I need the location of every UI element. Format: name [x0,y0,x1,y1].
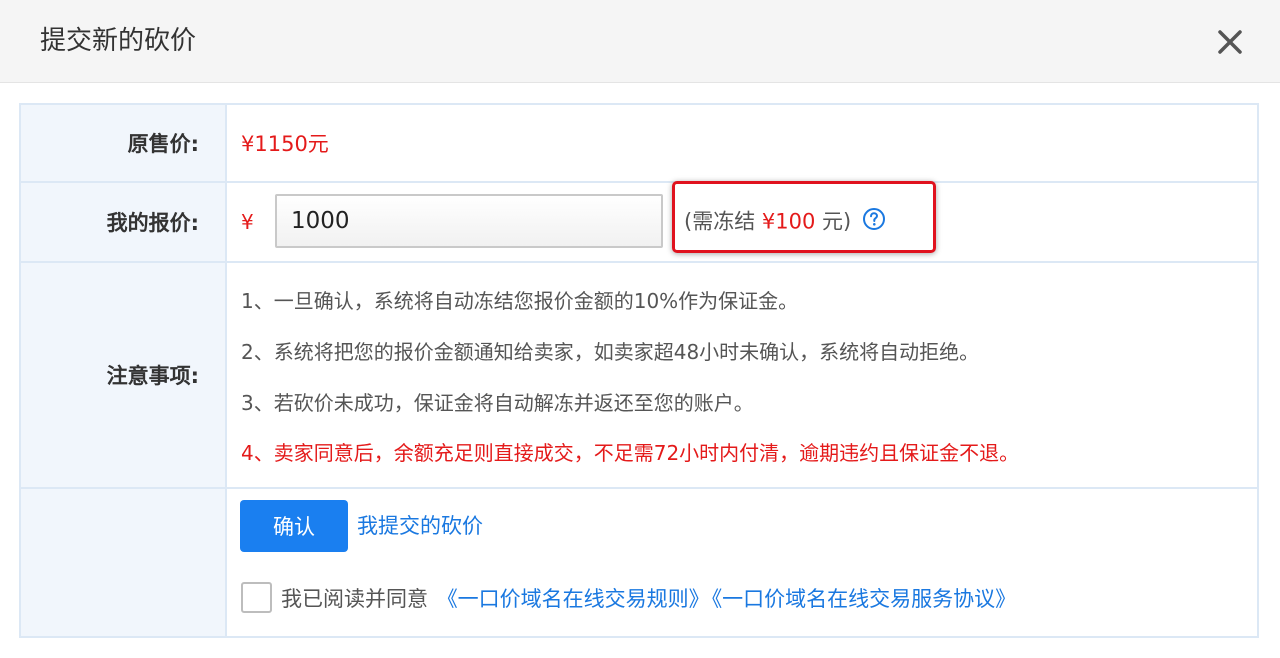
notice-row: 注意事项: 1、一旦确认，系统将自动冻结您报价金额的10%作为保证金。 2、系统… [21,263,1257,489]
notice-label: 注意事项: [21,263,227,487]
help-button[interactable] [862,207,886,238]
rules-link[interactable]: 《一口价域名在线交易规则》 [437,587,710,611]
agree-text: 我已阅读并同意 《一口价域名在线交易规则》《一口价域名在线交易服务协议》 [281,585,1016,613]
freeze-suffix: 元) [822,209,852,234]
original-price-cell: ¥1150元 [229,105,1257,181]
original-price-label: 原售价: [21,105,227,181]
close-icon [1218,30,1242,54]
currency-symbol: ¥ [241,210,254,234]
my-offer-row: 我的报价: ¥ (需冻结 ¥100 元) [21,181,1257,263]
actions-cell: 确认 我提交的砍价 我已阅读并同意 《一口价域名在线交易规则》《一口价域名在线交… [229,489,1257,636]
my-offers-link[interactable]: 我提交的砍价 [357,512,483,540]
my-offer-cell: ¥ (需冻结 ¥100 元) [229,181,1257,261]
dialog-title: 提交新的砍价 [40,26,197,56]
notice-item: 3、若砍价未成功，保证金将自动解冻并返还至您的账户。 [241,391,754,415]
close-button[interactable] [1212,24,1248,60]
original-price-value: ¥1150元 [241,132,329,156]
freeze-prefix: (需冻结 [684,209,756,234]
freeze-amount: ¥100 [761,209,816,234]
agreement-link[interactable]: 《一口价域名在线交易服务协议》 [712,587,1017,611]
my-offer-label: 我的报价: [21,183,227,261]
agree-prefix: 我已阅读并同意 [281,587,428,611]
dialog-header: 提交新的砍价 [0,0,1280,83]
help-icon [862,208,885,230]
agree-checkbox[interactable] [241,582,272,613]
offer-form: 原售价: ¥1150元 我的报价: ¥ (需冻结 ¥100 元) [19,103,1259,638]
actions-label-empty [21,489,227,636]
notice-item: 2、系统将把您的报价金额通知给卖家，如卖家超48小时未确认，系统将自动拒绝。 [241,340,980,364]
confirm-button[interactable]: 确认 [240,500,348,552]
offer-amount-input[interactable] [275,194,663,248]
actions-row: 确认 我提交的砍价 我已阅读并同意 《一口价域名在线交易规则》《一口价域名在线交… [21,489,1257,636]
notice-item-warning: 4、卖家同意后，余额充足则直接成交，不足需72小时内付清，逾期违约且保证金不退。 [241,441,1020,465]
original-price-row: 原售价: ¥1150元 [21,105,1257,183]
freeze-note: (需冻结 ¥100 元) [684,207,886,238]
notice-item: 1、一旦确认，系统将自动冻结您报价金额的10%作为保证金。 [241,289,799,313]
notice-cell: 1、一旦确认，系统将自动冻结您报价金额的10%作为保证金。 2、系统将把您的报价… [229,263,1257,487]
